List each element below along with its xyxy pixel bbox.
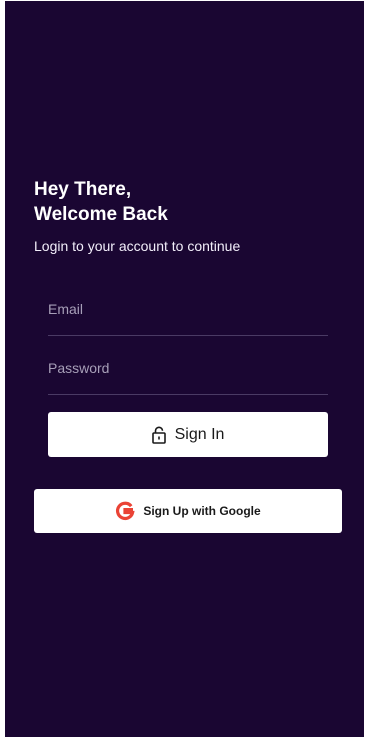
login-subtitle: Login to your account to continue xyxy=(34,238,241,254)
welcome-heading: Hey There, Welcome Back xyxy=(34,177,168,227)
google-sign-up-button[interactable]: Sign Up with Google xyxy=(34,489,342,533)
welcome-heading-line2: Welcome Back xyxy=(34,204,168,225)
email-field-container xyxy=(48,298,328,336)
sign-in-label: Sign In xyxy=(174,425,225,443)
google-g-icon xyxy=(115,501,135,521)
password-input[interactable] xyxy=(48,360,328,376)
sign-in-button[interactable]: Sign In xyxy=(48,412,328,457)
password-field-container xyxy=(48,357,328,395)
email-input[interactable] xyxy=(48,301,328,317)
google-sign-up-label: Sign Up with Google xyxy=(143,504,261,518)
login-screen: Hey There, Welcome Back Login to your ac… xyxy=(5,1,364,737)
welcome-heading-line1: Hey There, xyxy=(34,179,132,200)
lock-icon xyxy=(151,426,166,444)
